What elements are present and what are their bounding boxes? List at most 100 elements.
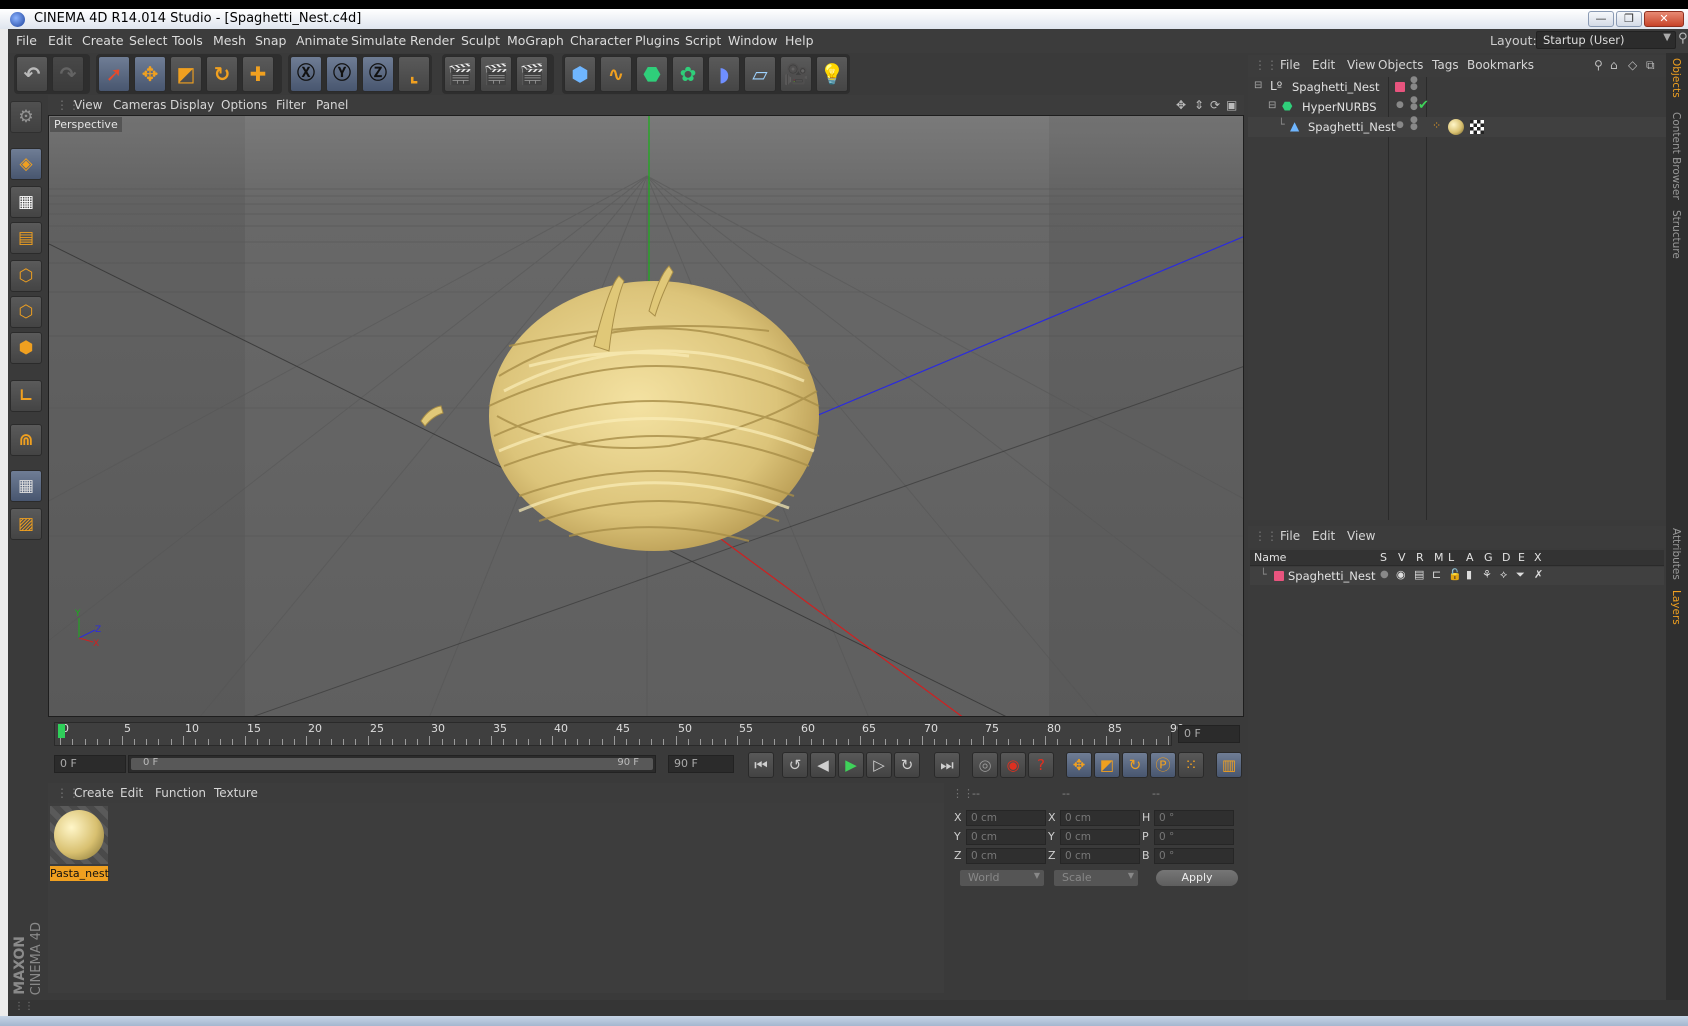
live-selection-button[interactable]: ➚ bbox=[98, 56, 130, 92]
z-axis-lock-button[interactable]: Ⓩ bbox=[362, 56, 394, 92]
key-position-button[interactable]: ✥ bbox=[1066, 752, 1092, 778]
undo-button[interactable]: ↶ bbox=[16, 56, 48, 92]
close-button[interactable]: ✕ bbox=[1644, 11, 1684, 27]
viewport-menu-display[interactable]: Display bbox=[170, 98, 214, 112]
apply-button[interactable]: Apply bbox=[1156, 870, 1238, 886]
layer-menu-file[interactable]: File bbox=[1280, 529, 1300, 543]
frame-range-handle[interactable]: 0 F 90 F bbox=[131, 757, 653, 770]
expression-icon[interactable]: ⏷ bbox=[1516, 568, 1525, 582]
search-icon[interactable]: ⚲ bbox=[1678, 31, 1688, 46]
column-solo[interactable]: S bbox=[1380, 551, 1387, 564]
coordinate-system-button[interactable]: ⌞ bbox=[398, 56, 430, 92]
material-menu-edit[interactable]: Edit bbox=[120, 786, 143, 800]
pos-y-field[interactable]: 0 cm bbox=[966, 829, 1046, 845]
nurbs-button[interactable]: ⬣ bbox=[636, 56, 668, 92]
object-menu-objects[interactable]: Objects bbox=[1378, 58, 1423, 72]
make-editable-button[interactable]: ⚙ bbox=[10, 101, 42, 133]
coordinate-mode-select[interactable]: World ▼ bbox=[960, 870, 1044, 886]
viewport-maximize-icon[interactable]: ▣ bbox=[1226, 98, 1237, 112]
enabled-checkmark-icon[interactable]: ✔ bbox=[1418, 98, 1429, 113]
side-tab-objects[interactable]: Objects bbox=[1670, 58, 1682, 98]
object-row-spaghetti-nest[interactable]: ⊟ Lº Spaghetti_Nest ● ● bbox=[1248, 76, 1666, 97]
column-animation[interactable]: A bbox=[1466, 551, 1474, 564]
light-button[interactable]: 💡 bbox=[816, 56, 848, 92]
new-window-icon[interactable]: ⧉ bbox=[1646, 58, 1655, 73]
object-menu-view[interactable]: View bbox=[1347, 58, 1375, 72]
texture-mode-button[interactable]: ▦ bbox=[10, 186, 42, 218]
expand-minus-icon[interactable]: ⊟ bbox=[1254, 80, 1262, 91]
mograph-cloner-button[interactable]: ✿ bbox=[672, 56, 704, 92]
object-menu-bookmarks[interactable]: Bookmarks bbox=[1467, 58, 1534, 72]
axis-mode-button[interactable]: ∟ bbox=[10, 380, 42, 412]
menu-tools[interactable]: Tools bbox=[172, 33, 203, 48]
xref-icon[interactable]: ✗ bbox=[1534, 568, 1543, 581]
polygons-mode-button[interactable]: ⬢ bbox=[10, 332, 42, 364]
workplane-mode-button[interactable]: ▤ bbox=[10, 222, 42, 254]
side-tab-content-browser[interactable]: Content Browser bbox=[1670, 112, 1682, 200]
menu-file[interactable]: File bbox=[16, 33, 37, 48]
material-menu-function[interactable]: Function bbox=[155, 786, 206, 800]
frame-range-slider[interactable]: 0 F 90 F bbox=[128, 755, 656, 773]
workplane-lock-button[interactable]: ▦ bbox=[10, 470, 42, 502]
generator-icon[interactable]: ⚘ bbox=[1482, 568, 1492, 581]
x-axis-lock-button[interactable]: Ⓧ bbox=[290, 56, 322, 92]
visibility-dots-icon[interactable]: ● ● bbox=[1410, 76, 1418, 92]
viewport-rotate-icon[interactable]: ⟳ bbox=[1210, 98, 1220, 112]
menu-create[interactable]: Create bbox=[82, 33, 124, 48]
lock-icon[interactable]: 🔓 bbox=[1448, 568, 1462, 581]
cube-object-button[interactable]: ⬢ bbox=[564, 56, 596, 92]
key-rotation-button[interactable]: ↻ bbox=[1122, 752, 1148, 778]
viewport-zoom-icon[interactable]: ⇕ bbox=[1194, 98, 1204, 112]
visibility-dots-icon[interactable]: ● ● bbox=[1410, 116, 1418, 132]
current-frame-field[interactable]: 0 F bbox=[1178, 725, 1240, 743]
eye-icon[interactable]: ◉ bbox=[1396, 568, 1406, 581]
object-menu-file[interactable]: File bbox=[1280, 58, 1300, 72]
pos-x-field[interactable]: 0 cm bbox=[966, 810, 1046, 826]
expand-minus-icon[interactable]: ⊟ bbox=[1268, 100, 1276, 111]
menu-character[interactable]: Character bbox=[570, 33, 632, 48]
menu-window[interactable]: Window bbox=[728, 33, 777, 48]
go-to-start-button[interactable]: ⏮ bbox=[748, 752, 774, 778]
size-z-field[interactable]: 0 cm bbox=[1060, 848, 1140, 864]
material-menu-create[interactable]: Create bbox=[74, 786, 114, 800]
snap-button[interactable]: ⋒ bbox=[10, 424, 42, 456]
scale-mode-select[interactable]: Scale ▼ bbox=[1054, 870, 1138, 886]
autokey-help-button[interactable]: ? bbox=[1028, 752, 1054, 778]
record-keys-button[interactable]: ◉ bbox=[1000, 752, 1026, 778]
key-param-button[interactable]: Ⓟ bbox=[1150, 752, 1176, 778]
viewport-menu-options[interactable]: Options bbox=[221, 98, 267, 112]
minimize-button[interactable]: — bbox=[1588, 11, 1614, 27]
column-view[interactable]: V bbox=[1398, 551, 1406, 564]
menu-mograph[interactable]: MoGraph bbox=[507, 33, 564, 48]
menu-simulate[interactable]: Simulate bbox=[351, 33, 406, 48]
layout-dropdown[interactable]: Startup (User) ▼ bbox=[1536, 31, 1676, 49]
viewport-menu-view[interactable]: View bbox=[74, 98, 102, 112]
menu-plugins[interactable]: Plugins bbox=[635, 33, 680, 48]
y-axis-lock-button[interactable]: Ⓨ bbox=[326, 56, 358, 92]
points-mode-button[interactable]: ⬡ bbox=[10, 260, 42, 292]
layer-color-swatch[interactable] bbox=[1274, 571, 1284, 581]
viewport-menu-filter[interactable]: Filter bbox=[276, 98, 306, 112]
viewport-menu-cameras[interactable]: Cameras bbox=[113, 98, 166, 112]
material-tag-icon[interactable] bbox=[1448, 119, 1464, 135]
start-frame-field[interactable]: 0 F bbox=[54, 755, 126, 773]
menu-animate[interactable]: Animate bbox=[296, 33, 348, 48]
previous-frame-button[interactable]: ◀ bbox=[810, 752, 836, 778]
end-frame-field[interactable]: 90 F bbox=[668, 755, 734, 773]
edges-mode-button[interactable]: ⬡ bbox=[10, 296, 42, 328]
column-expressions[interactable]: E bbox=[1518, 551, 1525, 564]
size-y-field[interactable]: 0 cm bbox=[1060, 829, 1140, 845]
floor-button[interactable]: ▱ bbox=[744, 56, 776, 92]
restore-button[interactable]: ❐ bbox=[1616, 11, 1642, 27]
column-xref[interactable]: X bbox=[1534, 551, 1542, 564]
size-x-field[interactable]: 0 cm bbox=[1060, 810, 1140, 826]
animation-icon[interactable]: ▮ bbox=[1466, 568, 1472, 581]
viewport-pan-icon[interactable]: ✥ bbox=[1176, 98, 1186, 112]
side-tab-layers[interactable]: Layers bbox=[1670, 590, 1682, 625]
material-menu-texture[interactable]: Texture bbox=[214, 786, 258, 800]
motion-record-button[interactable]: ◎ bbox=[972, 752, 998, 778]
deformer-icon[interactable]: ⟡ bbox=[1500, 568, 1507, 582]
layer-menu-edit[interactable]: Edit bbox=[1312, 529, 1335, 543]
menu-edit[interactable]: Edit bbox=[48, 33, 72, 48]
camera-button[interactable]: 🎥 bbox=[780, 56, 812, 92]
